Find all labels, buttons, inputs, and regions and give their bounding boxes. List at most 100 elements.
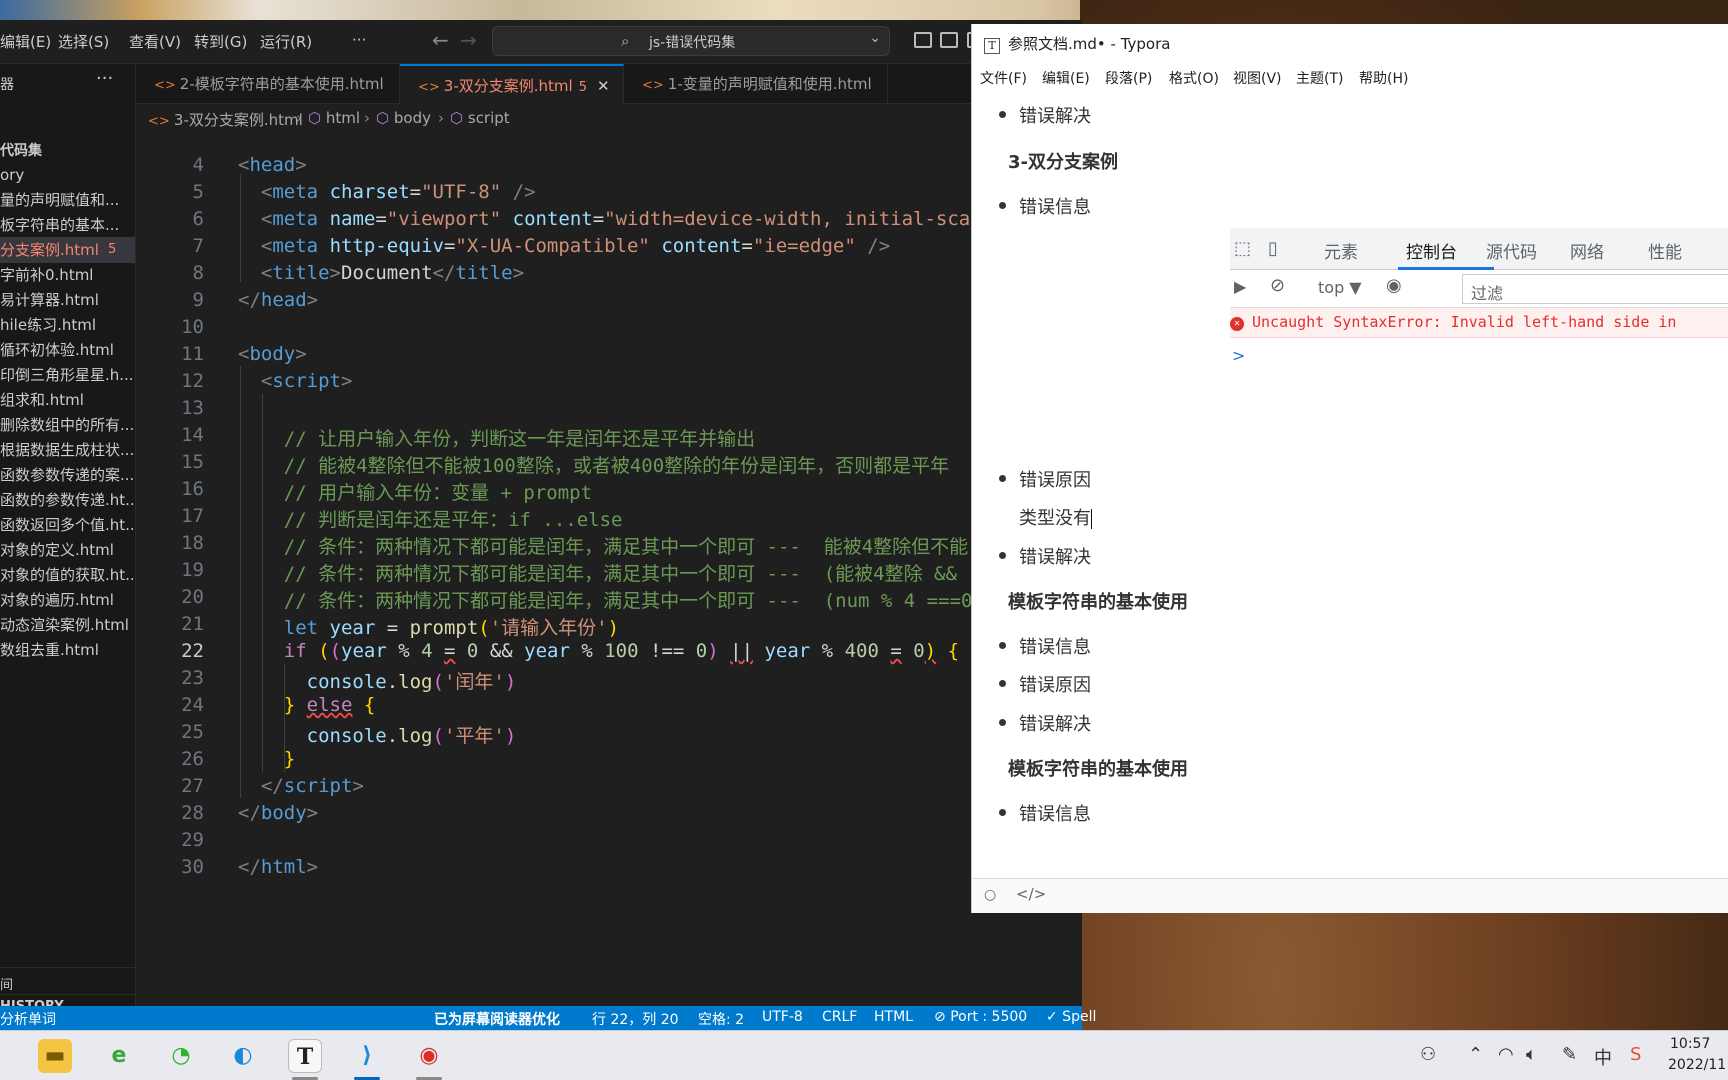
file-item[interactable]: ory bbox=[0, 162, 135, 188]
clock-date[interactable]: 2022/11 bbox=[1668, 1057, 1726, 1073]
chevron-down-icon[interactable]: ⌄ bbox=[869, 30, 881, 46]
code-editor[interactable]: 4 5 6 7 8 9 10 11 12 13 14 15 16 17 18 1… bbox=[136, 134, 1082, 1006]
360-browser-icon[interactable]: e bbox=[102, 1039, 136, 1073]
tab-double-branch[interactable]: <> 3-双分支案例.html 5 ✕ bbox=[400, 64, 624, 104]
file-item[interactable]: 数组去重.html bbox=[0, 637, 135, 663]
edge-browser-icon[interactable]: ◐ bbox=[226, 1039, 260, 1073]
file-item[interactable]: 函数参数传递的案... bbox=[0, 462, 135, 488]
back-arrow-icon[interactable]: ← bbox=[432, 28, 449, 52]
more-actions-icon[interactable]: ··· bbox=[96, 68, 113, 89]
menu-run[interactable]: 运行(R) bbox=[260, 31, 312, 52]
file-item[interactable]: 组求和.html bbox=[0, 387, 135, 413]
file-item-active[interactable]: 分支案例.html 5 bbox=[0, 237, 135, 263]
filter-input: 过滤 bbox=[1462, 274, 1728, 304]
file-item[interactable]: 根据数据生成柱状... bbox=[0, 437, 135, 463]
volume-icon[interactable]: 🔈︎ bbox=[1526, 1044, 1537, 1065]
file-item[interactable]: 板字符串的基本... bbox=[0, 212, 135, 238]
breadcrumb-html[interactable]: ⬡ html bbox=[308, 109, 360, 127]
forward-arrow-icon[interactable]: → bbox=[460, 28, 477, 52]
file-item[interactable]: 易计算器.html bbox=[0, 287, 135, 313]
breadcrumb-body[interactable]: ⬡ body bbox=[376, 109, 431, 127]
history-section[interactable]: HISTORY bbox=[0, 994, 135, 1006]
typora-menu-edit[interactable]: 编辑(E) bbox=[1042, 68, 1090, 88]
chevron-up-icon[interactable]: ⌃ bbox=[1468, 1044, 1483, 1065]
status-screen-reader[interactable]: 已为屏幕阅读器优化 bbox=[434, 1009, 560, 1029]
command-center-search[interactable]: ⌕ js-错误代码集 ⌄ bbox=[492, 26, 890, 56]
typora-menu-theme[interactable]: 主题(T) bbox=[1296, 68, 1343, 88]
chrome-taskbar-icon[interactable]: ◉ bbox=[412, 1039, 446, 1073]
toggle-panel-icon[interactable] bbox=[940, 32, 958, 48]
timeline-section[interactable]: 间 bbox=[0, 967, 135, 993]
menu-edit[interactable]: 编辑(E) bbox=[0, 31, 51, 52]
file-item[interactable]: 字前补0.html bbox=[0, 262, 135, 288]
clock-time[interactable]: 10:57 bbox=[1670, 1036, 1710, 1052]
line-number: 26 bbox=[181, 748, 204, 770]
file-explorer-icon[interactable]: ▬ bbox=[38, 1039, 72, 1073]
html-file-icon: <> bbox=[148, 114, 174, 129]
source-code-mode-icon[interactable]: </> bbox=[1016, 885, 1046, 903]
breadcrumb-file[interactable]: <> 3-双分支案例.html bbox=[148, 109, 303, 130]
toggle-sidebar-icon[interactable] bbox=[914, 32, 932, 48]
sogou-input-icon[interactable]: S bbox=[1630, 1044, 1641, 1065]
people-icon[interactable]: ⚇ bbox=[1420, 1044, 1436, 1065]
status-eol[interactable]: CRLF bbox=[822, 1009, 857, 1025]
status-bar: 分析单词 已为屏幕阅读器优化 行 22，列 20 空格: 2 UTF-8 CRL… bbox=[0, 1006, 1096, 1030]
typora-menu-file[interactable]: 文件(F) bbox=[980, 68, 1027, 88]
file-item[interactable]: 对象的遍历.html bbox=[0, 587, 135, 613]
line-number: 15 bbox=[181, 451, 204, 473]
file-item[interactable]: 循环初体验.html bbox=[0, 337, 135, 363]
file-item[interactable]: 函数的参数传递.ht... bbox=[0, 487, 135, 513]
code-comment: // 条件：两种情况下都可能是闰年，满足其中一个即可 --- (num % 4 … bbox=[283, 590, 973, 612]
menu-more[interactable]: ··· bbox=[352, 31, 366, 49]
menu-selection[interactable]: 选择(S) bbox=[58, 31, 109, 52]
file-item[interactable]: 动态渲染案例.html bbox=[0, 612, 135, 638]
tab-template-string[interactable]: <> 2-模板字符串的基本使用.html bbox=[136, 64, 400, 104]
typora-menu-help[interactable]: 帮助(H) bbox=[1359, 68, 1408, 88]
device-toggle-icon: ▯ bbox=[1268, 238, 1278, 259]
outline-toggle-icon[interactable]: ○ bbox=[984, 887, 996, 903]
line-number: 19 bbox=[181, 559, 204, 581]
input-method-indicator[interactable]: 中 bbox=[1594, 1044, 1612, 1070]
line-number: 24 bbox=[181, 694, 204, 716]
file-item[interactable]: 印倒三角形星星.h... bbox=[0, 362, 135, 388]
code-line: } bbox=[283, 748, 296, 770]
tab-variables[interactable]: <> 1-变量的声明赋值和使用.html bbox=[624, 64, 888, 104]
network-icon[interactable]: ◠ bbox=[1498, 1044, 1514, 1065]
pen-icon[interactable]: ✎ bbox=[1562, 1044, 1577, 1065]
typora-window: T 参照文档.md• - Typora 文件(F) 编辑(E) 段落(P) 格式(… bbox=[971, 24, 1728, 913]
console-prompt: > bbox=[1232, 346, 1246, 365]
line-number: 7 bbox=[192, 235, 204, 257]
menu-view[interactable]: 查看(V) bbox=[129, 31, 181, 52]
file-item[interactable]: 对象的定义.html bbox=[0, 537, 135, 563]
chevron-right-icon: › bbox=[438, 109, 444, 127]
line-number: 4 bbox=[192, 154, 204, 176]
workspace-folder[interactable]: 代码集 bbox=[0, 140, 42, 160]
status-language[interactable]: HTML bbox=[874, 1009, 913, 1025]
status-left[interactable]: 分析单词 bbox=[0, 1009, 56, 1029]
menu-go[interactable]: 转到(G) bbox=[194, 31, 247, 52]
vscode-taskbar-icon[interactable]: ⟩ bbox=[350, 1039, 384, 1073]
status-live-server[interactable]: ⊘ Port : 5500 bbox=[934, 1009, 1027, 1025]
file-item[interactable]: 删除数组中的所有... bbox=[0, 412, 135, 438]
close-icon[interactable]: ✕ bbox=[597, 77, 610, 95]
typora-taskbar-icon[interactable]: T bbox=[288, 1039, 322, 1073]
current-line-number: 22 bbox=[181, 640, 204, 662]
clear-console-icon: ⊘ bbox=[1270, 275, 1286, 296]
status-encoding[interactable]: UTF-8 bbox=[762, 1009, 803, 1025]
doc-paragraph[interactable]: 类型没有 bbox=[1019, 504, 1092, 530]
typora-menu-view[interactable]: 视图(V) bbox=[1233, 68, 1282, 88]
typora-document[interactable]: 错误解决 3-双分支案例 错误信息 错误原因 类型没有 错误解决 模板字符串的基… bbox=[972, 88, 1728, 878]
file-item[interactable]: 函数返回多个值.ht... bbox=[0, 512, 135, 538]
typora-menu-paragraph[interactable]: 段落(P) bbox=[1105, 68, 1152, 88]
typora-logo-icon: T bbox=[984, 38, 1000, 54]
windows-taskbar: ▬ e ◔ ◐ T ⟩ ◉ ⚇ ⌃ ◠ 🔈︎ ✎ 中 S 10:57 2022/… bbox=[0, 1030, 1728, 1080]
wechat-icon[interactable]: ◔ bbox=[164, 1039, 198, 1073]
breadcrumb-script[interactable]: ⬡ script bbox=[450, 109, 510, 127]
file-item[interactable]: hile练习.html bbox=[0, 312, 135, 338]
file-item[interactable]: 量的声明赋值和... bbox=[0, 187, 135, 213]
status-indentation[interactable]: 空格: 2 bbox=[698, 1009, 744, 1029]
status-cursor-position[interactable]: 行 22，列 20 bbox=[592, 1009, 679, 1029]
status-spell[interactable]: ✓ Spell bbox=[1046, 1009, 1096, 1025]
file-item[interactable]: 对象的值的获取.ht... bbox=[0, 562, 135, 588]
typora-menu-format[interactable]: 格式(O) bbox=[1169, 68, 1219, 88]
